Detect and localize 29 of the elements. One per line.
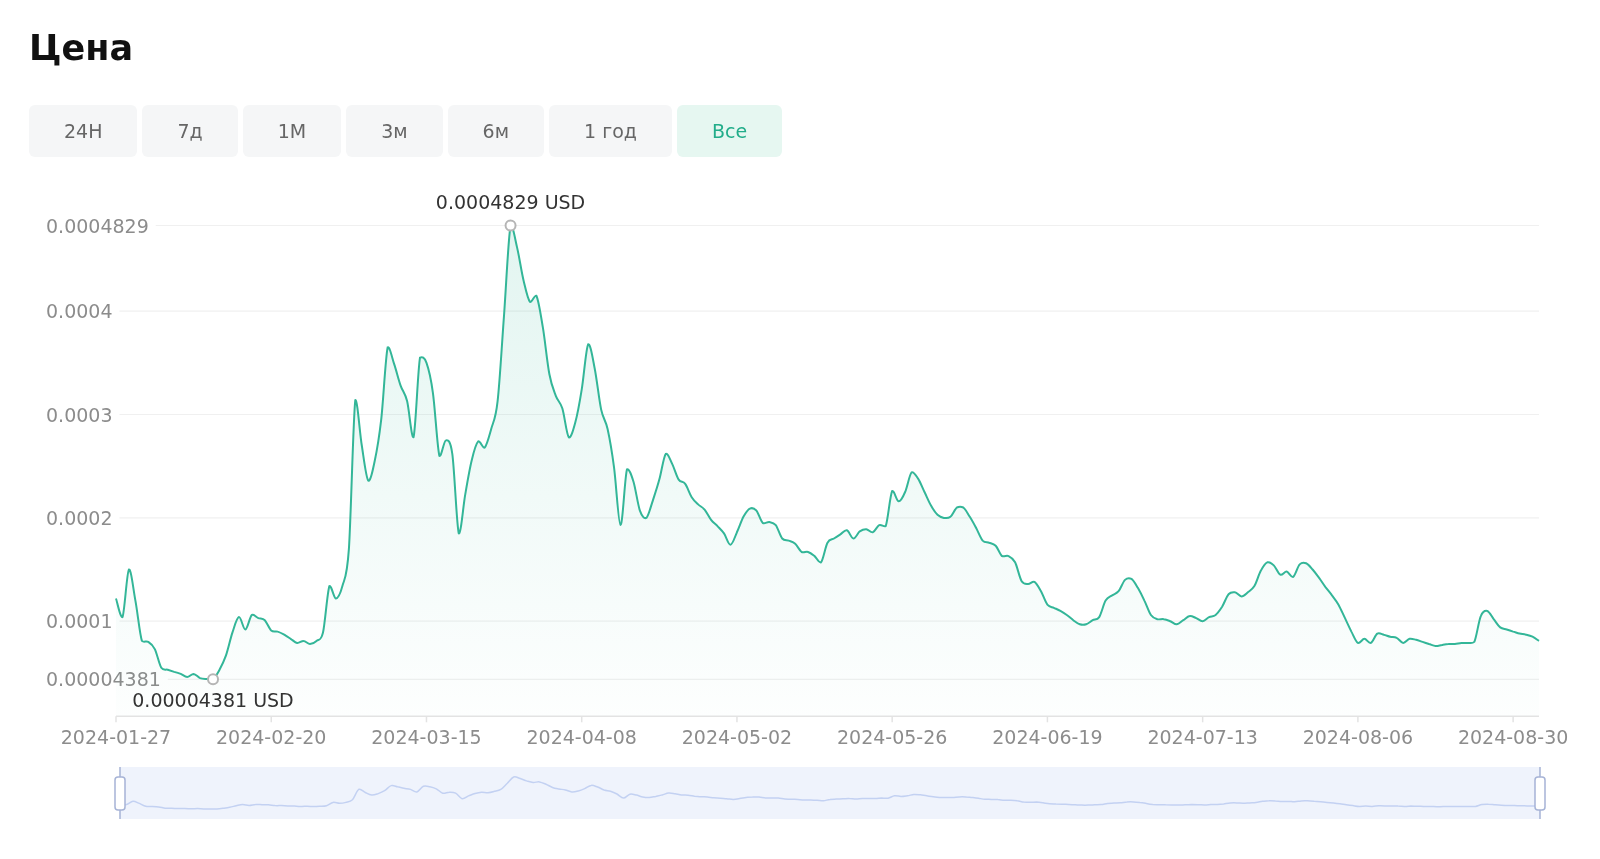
- period-tab[interactable]: 1 год: [549, 105, 672, 157]
- axis-label: 2024-04-08: [526, 726, 637, 749]
- annotation-label: 0.00004381 USD: [132, 689, 294, 712]
- period-tab[interactable]: 1M: [242, 105, 342, 157]
- period-tab[interactable]: 6м: [447, 105, 545, 157]
- period-tab[interactable]: 24H: [29, 105, 138, 157]
- axis-label: 0.0004: [46, 300, 113, 323]
- period-tab[interactable]: 3м: [346, 105, 443, 157]
- point-marker-icon: [207, 673, 219, 686]
- axis-label: 0.00004381: [46, 668, 161, 691]
- axis-label: 2024-05-02: [681, 726, 793, 749]
- axis-label: 2024-01-27: [60, 726, 172, 749]
- axis-label: 2024-08-06: [1302, 726, 1414, 749]
- axis-label: 2024-02-20: [216, 726, 327, 749]
- axis-label: 0.0001: [46, 610, 113, 633]
- slider-handle[interactable]: [1534, 766, 1546, 820]
- period-tab[interactable]: 7д: [142, 105, 238, 157]
- section-title: Цена: [29, 27, 133, 70]
- axis-label: 2024-06-19: [992, 726, 1103, 749]
- axis-label: 2024-07-13: [1147, 726, 1258, 749]
- slider-handle[interactable]: [114, 766, 126, 820]
- annotation-label: 0.0004829 USD: [435, 190, 586, 213]
- point-marker-icon: [504, 219, 517, 232]
- axis-label: 2024-05-26: [836, 726, 948, 749]
- axis-label: 2024-08-30: [1457, 726, 1569, 749]
- axis-label: 0.0004829: [46, 214, 149, 237]
- axis-label: 0.0003: [46, 403, 113, 426]
- axis-label: 2024-03-15: [371, 726, 482, 749]
- axis-label: 0.0002: [46, 506, 113, 529]
